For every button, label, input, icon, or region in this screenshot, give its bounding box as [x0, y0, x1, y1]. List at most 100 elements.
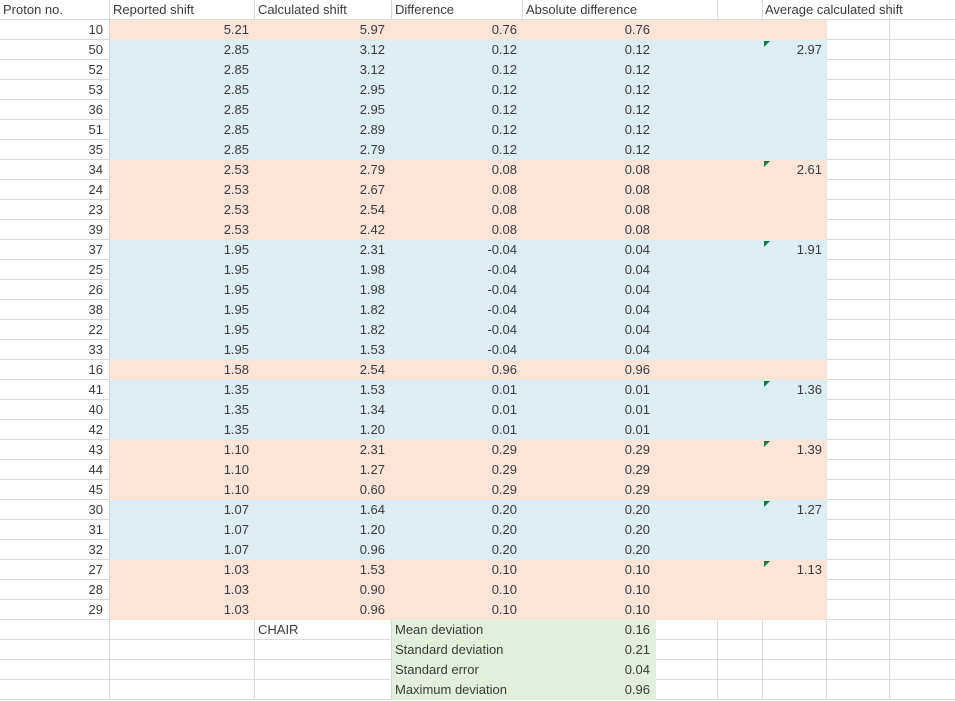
- cell-proton-no[interactable]: 40: [0, 400, 110, 420]
- cell-blank[interactable]: [890, 60, 955, 80]
- cell-blank[interactable]: [890, 380, 955, 400]
- cell-reported-shift[interactable]: 2.53: [110, 220, 255, 240]
- cell-proton-no[interactable]: 29: [0, 600, 110, 620]
- cell-average-calculated-shift[interactable]: [763, 280, 827, 300]
- cell-blank[interactable]: [890, 600, 955, 620]
- cell-blank[interactable]: [890, 160, 955, 180]
- cell-proton-no[interactable]: 27: [0, 560, 110, 580]
- cell-blank[interactable]: [827, 280, 890, 300]
- cell-absolute-difference[interactable]: 0.04: [523, 320, 656, 340]
- row-band[interactable]: 2.85 2.95 0.12 0.12: [110, 100, 827, 120]
- cell-difference[interactable]: 0.12: [392, 40, 523, 60]
- cell-blank[interactable]: [890, 240, 955, 260]
- cell-blank[interactable]: [827, 180, 890, 200]
- row-band[interactable]: 1.95 1.82 -0.04 0.04: [110, 300, 827, 320]
- cell-blank[interactable]: [890, 440, 955, 460]
- cell-calculated-shift[interactable]: 1.34: [255, 400, 392, 420]
- cell-difference[interactable]: 0.12: [392, 100, 523, 120]
- cell-reported-shift[interactable]: 1.95: [110, 280, 255, 300]
- cell-absolute-difference[interactable]: 0.10: [523, 600, 656, 620]
- cell-absolute-difference[interactable]: 0.04: [523, 260, 656, 280]
- row-band[interactable]: 1.58 2.54 0.96 0.96: [110, 360, 827, 380]
- cell-calculated-shift[interactable]: 2.54: [255, 200, 392, 220]
- cell-proton-no[interactable]: 35: [0, 140, 110, 160]
- cell-average-calculated-shift[interactable]: 1.91: [763, 240, 827, 260]
- cell-blank[interactable]: [763, 660, 827, 680]
- cell-blank[interactable]: [827, 480, 890, 500]
- cell-blank[interactable]: [890, 140, 955, 160]
- cell-calculated-shift[interactable]: 2.42: [255, 220, 392, 240]
- cell-blank[interactable]: [656, 640, 718, 660]
- cell-difference[interactable]: -0.04: [392, 280, 523, 300]
- cell-blank[interactable]: [890, 500, 955, 520]
- header-cell-average-calculated-shift[interactable]: Average calculated shift: [763, 0, 903, 20]
- cell-absolute-difference[interactable]: 0.10: [523, 580, 656, 600]
- cell-absolute-difference[interactable]: 0.29: [523, 440, 656, 460]
- header-cell-reported-shift[interactable]: Reported shift: [110, 0, 255, 20]
- cell-absolute-difference[interactable]: 0.04: [523, 340, 656, 360]
- cell-reported-shift[interactable]: 2.53: [110, 160, 255, 180]
- cell-blank[interactable]: [827, 520, 890, 540]
- cell-calculated-shift[interactable]: 0.90: [255, 580, 392, 600]
- cell-calculated-shift[interactable]: 0.96: [255, 600, 392, 620]
- cell-absolute-difference[interactable]: 0.08: [523, 200, 656, 220]
- cell-absolute-difference[interactable]: 0.12: [523, 120, 656, 140]
- cell-average-calculated-shift[interactable]: [763, 460, 827, 480]
- header-cell-difference[interactable]: Difference: [392, 0, 523, 20]
- cell-blank[interactable]: [890, 220, 955, 240]
- cell-blank[interactable]: [718, 660, 763, 680]
- cell-average-calculated-shift[interactable]: [763, 600, 827, 620]
- cell-reported-shift[interactable]: 2.85: [110, 100, 255, 120]
- cell-difference[interactable]: 0.08: [392, 200, 523, 220]
- row-band[interactable]: 2.53 2.54 0.08 0.08: [110, 200, 827, 220]
- cell-reported-shift[interactable]: 1.35: [110, 420, 255, 440]
- cell-calculated-shift[interactable]: 2.31: [255, 440, 392, 460]
- row-band[interactable]: 2.85 2.79 0.12 0.12: [110, 140, 827, 160]
- cell-blank[interactable]: [890, 680, 955, 700]
- header-cell-blank-2[interactable]: [718, 0, 763, 20]
- cell-average-calculated-shift[interactable]: [763, 140, 827, 160]
- cell-average-calculated-shift[interactable]: [763, 100, 827, 120]
- cell-average-calculated-shift[interactable]: [763, 540, 827, 560]
- cell-blank[interactable]: [890, 660, 955, 680]
- cell-average-calculated-shift[interactable]: [763, 580, 827, 600]
- row-band[interactable]: 1.10 2.31 0.29 0.29 1.39: [110, 440, 827, 460]
- cell-calculated-shift[interactable]: 1.53: [255, 340, 392, 360]
- cell-blank[interactable]: [827, 620, 890, 640]
- cell-calculated-shift[interactable]: 1.27: [255, 460, 392, 480]
- cell-chair[interactable]: [255, 680, 392, 700]
- cell-blank[interactable]: [827, 160, 890, 180]
- cell-blank[interactable]: [827, 380, 890, 400]
- cell-blank[interactable]: [827, 80, 890, 100]
- cell-proton-no[interactable]: 41: [0, 380, 110, 400]
- cell-absolute-difference[interactable]: 0.12: [523, 60, 656, 80]
- cell-blank[interactable]: [827, 300, 890, 320]
- cell-blank[interactable]: [827, 240, 890, 260]
- cell-absolute-difference[interactable]: 0.04: [523, 240, 656, 260]
- cell-blank[interactable]: [718, 640, 763, 660]
- cell-average-calculated-shift[interactable]: 2.61: [763, 160, 827, 180]
- cell-calculated-shift[interactable]: 2.54: [255, 360, 392, 380]
- header-cell-absolute-difference[interactable]: Absolute difference: [523, 0, 656, 20]
- cell-reported-shift[interactable]: 1.95: [110, 340, 255, 360]
- cell-absolute-difference[interactable]: 0.08: [523, 180, 656, 200]
- cell-difference[interactable]: 0.08: [392, 180, 523, 200]
- cell-blank[interactable]: [890, 560, 955, 580]
- cell-blank[interactable]: [718, 620, 763, 640]
- row-band[interactable]: 1.10 1.27 0.29 0.29: [110, 460, 827, 480]
- cell-difference[interactable]: 0.96: [392, 360, 523, 380]
- cell-difference[interactable]: -0.04: [392, 260, 523, 280]
- row-band[interactable]: 5.21 5.97 0.76 0.76: [110, 20, 827, 40]
- cell-reported-shift[interactable]: 1.10: [110, 460, 255, 480]
- cell-absolute-difference[interactable]: 0.76: [523, 20, 656, 40]
- cell-difference[interactable]: 0.01: [392, 400, 523, 420]
- cell-reported-shift[interactable]: 1.07: [110, 520, 255, 540]
- cell-chair[interactable]: [255, 640, 392, 660]
- cell-proton-no[interactable]: 23: [0, 200, 110, 220]
- cell-blank[interactable]: [718, 680, 763, 700]
- cell-difference[interactable]: 0.08: [392, 220, 523, 240]
- cell-reported-shift[interactable]: 1.95: [110, 300, 255, 320]
- cell-reported-shift[interactable]: 1.07: [110, 540, 255, 560]
- cell-blank[interactable]: [827, 20, 890, 40]
- cell-difference[interactable]: 0.01: [392, 380, 523, 400]
